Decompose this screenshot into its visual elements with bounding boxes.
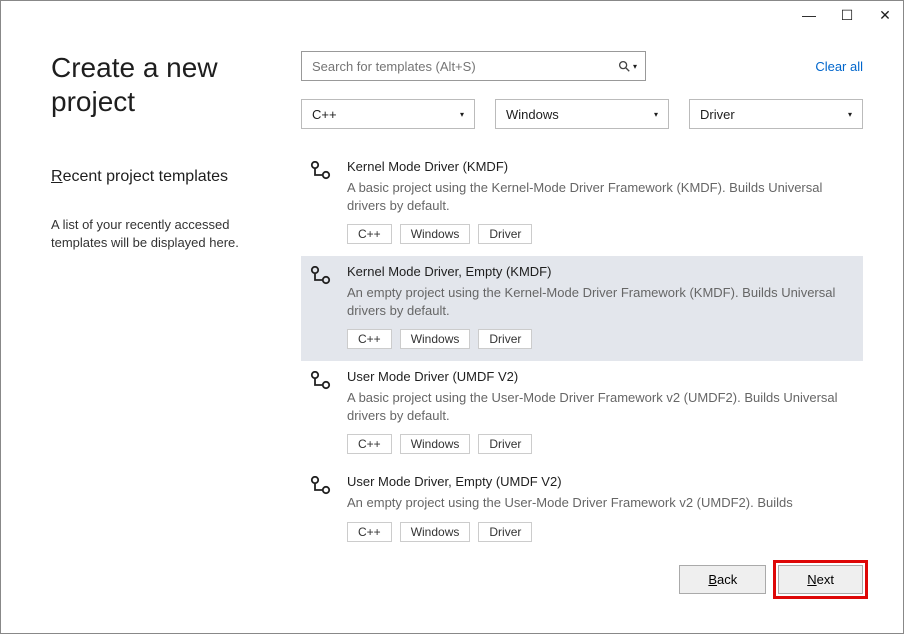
recent-desc: A list of your recently accessed templat… <box>51 216 281 252</box>
next-button[interactable]: Next <box>778 565 863 594</box>
template-desc: A basic project using the User-Mode Driv… <box>347 389 851 424</box>
tag: C++ <box>347 224 392 244</box>
chevron-down-icon: ▾ <box>848 110 852 119</box>
back-button[interactable]: Back <box>679 565 766 594</box>
template-desc: A basic project using the Kernel-Mode Dr… <box>347 179 851 214</box>
filter-platform-value: Windows <box>506 107 559 122</box>
tag: C++ <box>347 522 392 542</box>
driver-icon <box>309 474 335 542</box>
driver-icon <box>309 264 335 349</box>
tag: Windows <box>400 329 471 349</box>
template-desc: An empty project using the Kernel-Mode D… <box>347 284 851 319</box>
tag: Windows <box>400 522 471 542</box>
template-desc: An empty project using the User-Mode Dri… <box>347 494 851 512</box>
maximize-button[interactable]: ☐ <box>839 7 855 23</box>
minimize-button[interactable]: — <box>801 7 817 23</box>
tag: Driver <box>478 224 532 244</box>
template-item[interactable]: User Mode Driver, Empty (UMDF V2) An empt… <box>301 466 863 551</box>
page-title: Create a new project <box>51 51 281 118</box>
template-item[interactable]: Kernel Mode Driver (KMDF) A basic project… <box>301 151 863 256</box>
template-name: Kernel Mode Driver (KMDF) <box>347 159 851 174</box>
filter-language-value: C++ <box>312 107 337 122</box>
chevron-down-icon: ▾ <box>460 110 464 119</box>
template-name: Kernel Mode Driver, Empty (KMDF) <box>347 264 851 279</box>
chevron-down-icon: ▾ <box>633 62 637 71</box>
tag: C++ <box>347 434 392 454</box>
tag: Driver <box>478 434 532 454</box>
tag: Driver <box>478 522 532 542</box>
template-item[interactable]: Kernel Mode Driver, Empty (KMDF) An empty… <box>301 256 863 361</box>
filter-projecttype-value: Driver <box>700 107 735 122</box>
tag: Driver <box>478 329 532 349</box>
search-input[interactable] <box>310 58 617 75</box>
chevron-down-icon: ▾ <box>654 110 658 119</box>
clear-all-link[interactable]: Clear all <box>815 59 863 74</box>
template-name: User Mode Driver (UMDF V2) <box>347 369 851 384</box>
filter-language[interactable]: C++ ▾ <box>301 99 475 129</box>
search-icon[interactable]: ▾ <box>617 59 637 73</box>
template-name: User Mode Driver, Empty (UMDF V2) <box>347 474 851 489</box>
driver-icon <box>309 159 335 244</box>
search-box[interactable]: ▾ <box>301 51 646 81</box>
filter-platform[interactable]: Windows ▾ <box>495 99 669 129</box>
template-item[interactable]: User Mode Driver (UMDF V2) A basic projec… <box>301 361 863 466</box>
window-controls: — ☐ ✕ <box>1 1 903 31</box>
tag: Windows <box>400 224 471 244</box>
tag: C++ <box>347 329 392 349</box>
tag: Windows <box>400 434 471 454</box>
filter-projecttype[interactable]: Driver ▾ <box>689 99 863 129</box>
driver-icon <box>309 369 335 454</box>
template-list: Kernel Mode Driver (KMDF) A basic project… <box>301 151 863 551</box>
recent-heading: Recent project templates <box>51 168 281 186</box>
close-button[interactable]: ✕ <box>877 7 893 23</box>
